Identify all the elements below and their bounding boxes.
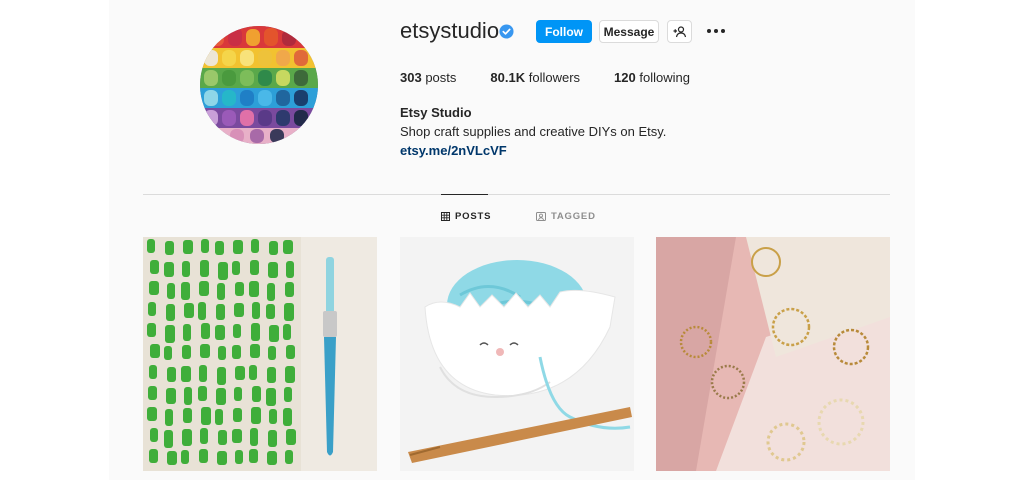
followers-label: followers [528, 70, 581, 85]
following-stat[interactable]: 120 following [614, 70, 690, 85]
profile-username: etsystudio [400, 18, 500, 43]
add-person-icon [673, 25, 686, 37]
posts-stat: 303 posts [400, 70, 456, 85]
follow-button[interactable]: Follow [536, 20, 592, 43]
tab-posts[interactable]: POSTS [441, 211, 491, 222]
suggested-accounts-button[interactable] [667, 20, 692, 43]
followers-count: 80.1K [490, 70, 526, 85]
profile-full-name: Etsy Studio [400, 105, 472, 120]
grid-icon [441, 212, 450, 221]
profile-bio: Shop craft supplies and creative DIYs on… [400, 124, 667, 139]
posts-label: posts [425, 70, 457, 85]
active-tab-indicator [441, 194, 488, 195]
post-thumbnail[interactable] [143, 237, 377, 471]
post-thumbnail[interactable] [400, 237, 634, 471]
tagged-icon [536, 212, 546, 221]
posts-count: 303 [400, 70, 422, 85]
verified-badge-icon [499, 24, 514, 39]
following-count: 120 [614, 70, 636, 85]
profile-link[interactable]: etsy.me/2nVLcVF [400, 143, 507, 158]
tab-tagged[interactable]: TAGGED [536, 211, 596, 222]
profile-stats: 303 posts 80.1K followers 120 following [400, 70, 724, 85]
tab-tagged-label: TAGGED [551, 211, 596, 222]
following-label: following [639, 70, 690, 85]
tabs-divider [143, 194, 890, 195]
message-button[interactable]: Message [599, 20, 659, 43]
more-options-icon[interactable] [705, 22, 727, 40]
post-thumbnail[interactable] [656, 237, 890, 471]
followers-stat[interactable]: 80.1K followers [490, 70, 580, 85]
green-paint-strokes [147, 239, 296, 465]
profile-avatar[interactable] [200, 26, 318, 144]
tab-posts-label: POSTS [455, 211, 492, 222]
